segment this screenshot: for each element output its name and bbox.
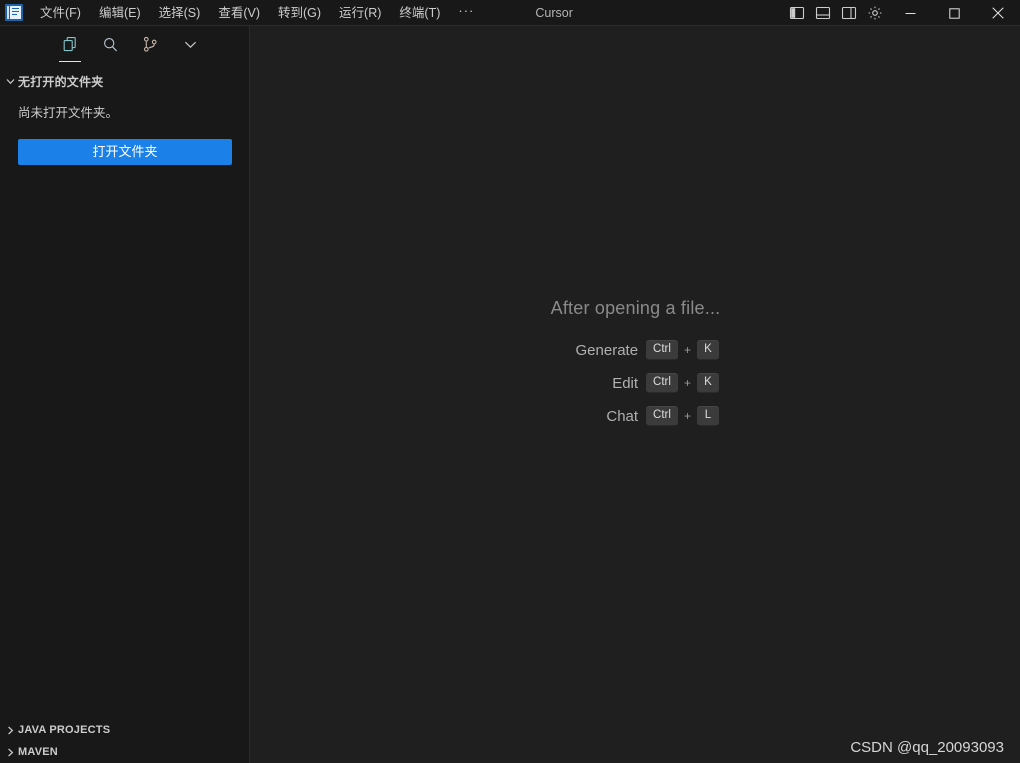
welcome-watermark: After opening a file... Generate Ctrl + …	[251, 298, 1020, 429]
key-separator: +	[683, 376, 691, 390]
shortcut-label-edit: Edit	[612, 374, 639, 392]
primary-sidebar: 无打开的文件夹 尚未打开文件夹。 打开文件夹 JAVA PROJECTS MAV…	[0, 26, 250, 763]
menu-view[interactable]: 查看(V)	[209, 0, 269, 26]
chevron-down-icon	[2, 73, 18, 89]
menu-terminal[interactable]: 终端(T)	[390, 0, 449, 26]
shortcut-keys-chat: Ctrl + L	[646, 406, 719, 426]
source-control-icon[interactable]	[138, 29, 162, 59]
cursor-app-logo	[5, 3, 23, 22]
keycap-l: L	[696, 406, 719, 426]
menu-edit[interactable]: 编辑(E)	[90, 0, 150, 26]
menu-go[interactable]: 转到(G)	[269, 0, 330, 26]
minimize-icon[interactable]	[888, 0, 932, 26]
shortcut-label-chat: Chat	[606, 407, 639, 425]
menu-bar: 文件(F) 编辑(E) 选择(S) 查看(V) 转到(G) 运行(R) 终端(T…	[31, 0, 483, 26]
editor-area: After opening a file... Generate Ctrl + …	[251, 26, 1020, 763]
title-bar-right-controls	[784, 0, 1020, 26]
toggle-panel-icon[interactable]	[810, 0, 836, 26]
section-java-projects[interactable]: JAVA PROJECTS	[0, 719, 250, 741]
shortcut-keys-generate: Ctrl + K	[646, 340, 719, 360]
search-icon[interactable]	[98, 29, 122, 59]
shortcut-list: Generate Ctrl + K Edit Ctrl + K Chat Ctr…	[552, 337, 719, 429]
section-maven-label: MAVEN	[18, 746, 58, 758]
shortcut-label-generate: Generate	[575, 341, 639, 359]
keycap-k: K	[696, 340, 719, 360]
toggle-secondary-sidebar-icon[interactable]	[836, 0, 862, 26]
shortcut-row-chat: Chat Ctrl + L	[552, 403, 719, 429]
section-maven[interactable]: MAVEN	[0, 741, 250, 763]
csdn-watermark: CSDN @qq_20093093	[850, 739, 1004, 756]
sidebar-bottom-sections: JAVA PROJECTS MAVEN	[0, 719, 250, 763]
maximize-icon[interactable]	[932, 0, 976, 26]
shortcut-keys-edit: Ctrl + K	[646, 373, 719, 393]
welcome-title: After opening a file...	[550, 298, 721, 318]
key-separator: +	[683, 409, 691, 423]
shortcut-row-generate: Generate Ctrl + K	[552, 337, 719, 363]
menu-more-button[interactable]: ···	[449, 0, 483, 26]
open-folder-button[interactable]: 打开文件夹	[18, 138, 232, 165]
keycap-ctrl: Ctrl	[646, 373, 678, 393]
section-java-projects-label: JAVA PROJECTS	[18, 724, 111, 736]
menu-selection[interactable]: 选择(S)	[150, 0, 210, 26]
window-title: Cursor	[535, 5, 573, 20]
close-icon[interactable]	[976, 0, 1020, 26]
keycap-ctrl: Ctrl	[646, 340, 678, 360]
menu-file[interactable]: 文件(F)	[31, 0, 90, 26]
title-bar: 文件(F) 编辑(E) 选择(S) 查看(V) 转到(G) 运行(R) 终端(T…	[0, 0, 1020, 26]
files-icon[interactable]	[58, 29, 82, 62]
keycap-ctrl: Ctrl	[646, 406, 678, 426]
toggle-primary-sidebar-icon[interactable]	[784, 0, 810, 26]
key-separator: +	[683, 343, 691, 357]
explorer-section-title: 无打开的文件夹	[18, 74, 104, 89]
app-window: 文件(F) 编辑(E) 选择(S) 查看(V) 转到(G) 运行(R) 终端(T…	[0, 0, 1020, 763]
no-folder-message: 尚未打开文件夹。	[18, 106, 119, 120]
gear-icon[interactable]	[862, 0, 888, 26]
chevron-right-icon	[2, 722, 18, 738]
shortcut-row-edit: Edit Ctrl + K	[552, 370, 719, 396]
chevron-right-icon	[2, 744, 18, 760]
explorer-action-bar	[0, 26, 249, 62]
explorer-section-header[interactable]: 无打开的文件夹	[0, 70, 249, 92]
keycap-k: K	[696, 373, 719, 393]
chevron-down-icon[interactable]	[178, 29, 202, 59]
menu-run[interactable]: 运行(R)	[330, 0, 390, 26]
